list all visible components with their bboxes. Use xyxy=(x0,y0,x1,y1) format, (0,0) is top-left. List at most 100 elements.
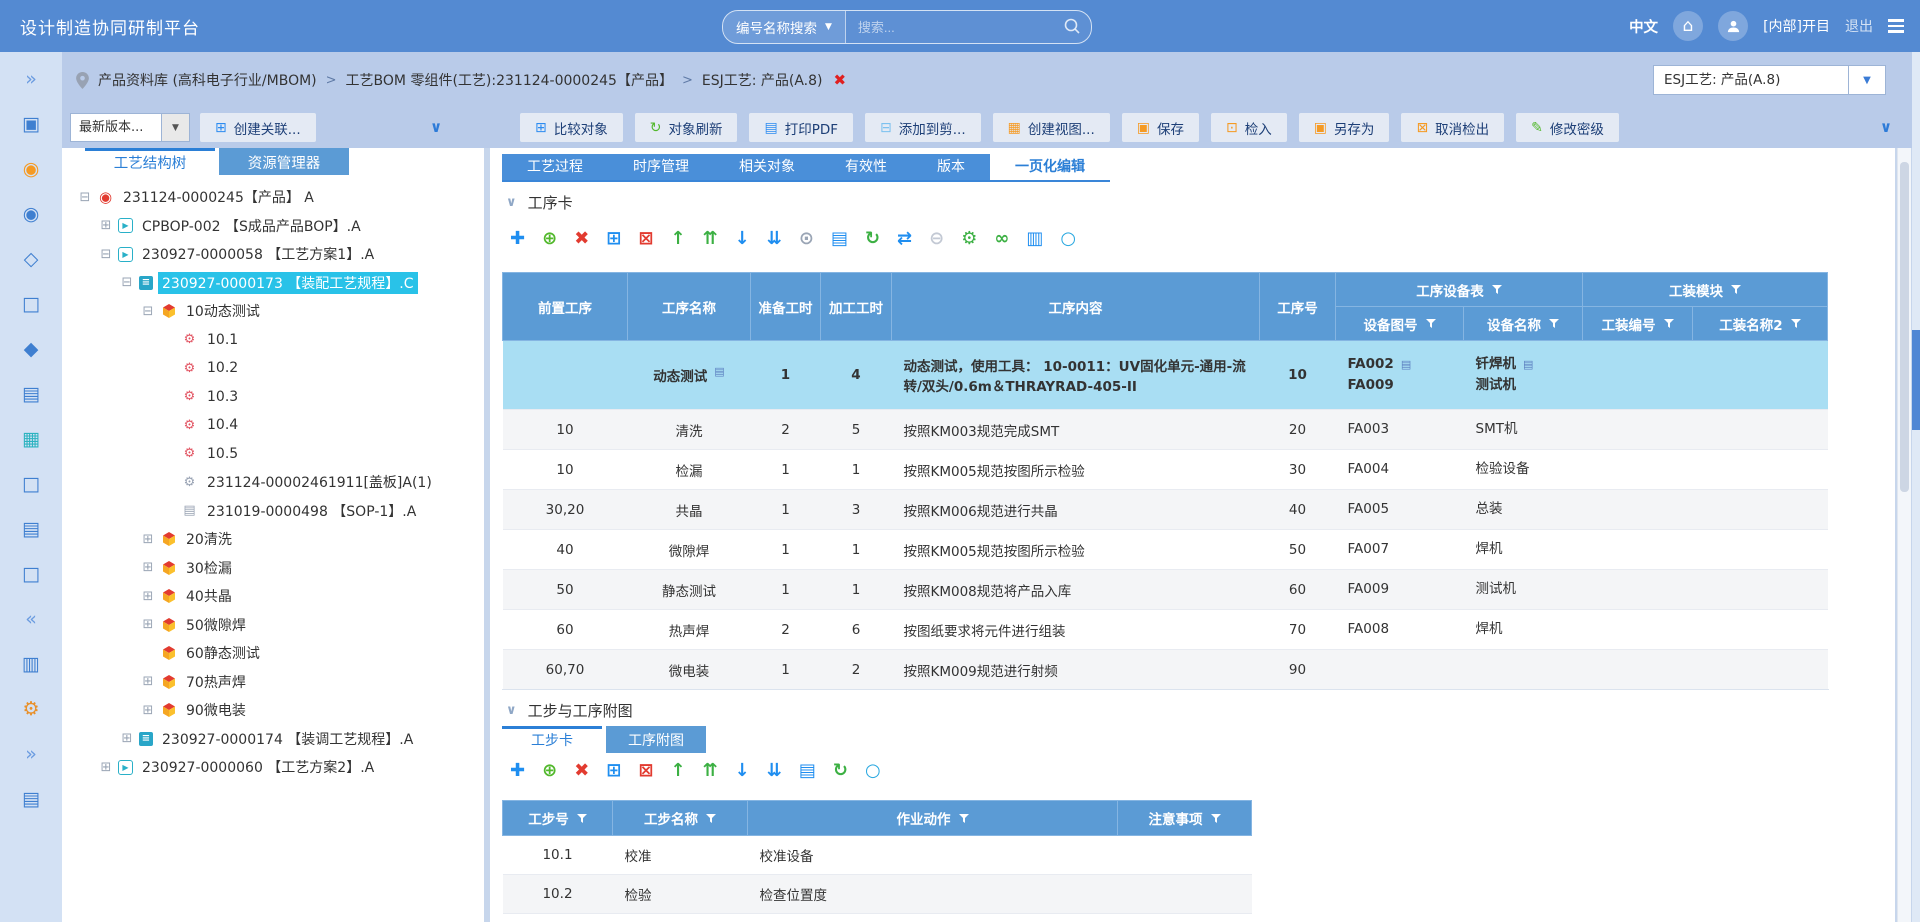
tree-node-label[interactable]: 231124-00002461911[盖板]A(1) xyxy=(203,471,436,493)
tree-node-label[interactable]: 231019-0000498 【SOP-1】.A xyxy=(203,500,420,522)
chevron-down-icon[interactable]: ∨ xyxy=(430,118,442,136)
operation-row-20[interactable]: 10清洗25按照KM003规范完成SMT20FA003SMT机 xyxy=(503,410,1828,450)
export-doc-icon[interactable]: ▤ xyxy=(831,230,848,248)
filter-icon[interactable] xyxy=(1426,319,1436,328)
operation-row-50[interactable]: 40微隙焊11按照KM005规范按图所示检验50FA007焊机 xyxy=(503,530,1828,570)
current-user[interactable]: [内部]开目 xyxy=(1763,16,1830,36)
cancel-checkout-button[interactable]: ⊠取消检出 xyxy=(1401,113,1504,142)
tab-一页化编辑[interactable]: 一页化编辑 xyxy=(990,154,1110,180)
tree-node[interactable]: ⊟▶230927-0000058 【工艺方案1】.A xyxy=(72,240,484,269)
tab-工序附图[interactable]: 工序附图 xyxy=(606,726,706,753)
filter-icon[interactable] xyxy=(1492,285,1502,294)
tree-node[interactable]: ⚙10.2 xyxy=(72,354,484,383)
tree-tab-资源管理器[interactable]: 资源管理器 xyxy=(219,148,349,175)
move-top-icon[interactable]: ⇈ xyxy=(703,762,718,780)
tree-node[interactable]: ⊞30检漏 xyxy=(72,554,484,583)
move-bottom-icon[interactable]: ⇊ xyxy=(767,230,782,248)
tab-工艺过程[interactable]: 工艺过程 xyxy=(502,154,608,180)
resource-grid-icon[interactable]: ▦ xyxy=(22,430,40,449)
tree-node[interactable]: ⊞40共晶 xyxy=(72,582,484,611)
tree-node[interactable]: 60静态测试 xyxy=(72,639,484,668)
tree-node[interactable]: ⊞90微电装 xyxy=(72,696,484,725)
tree-node[interactable]: ⊟◉231124-0000245【产品】 A xyxy=(72,183,484,212)
tree-node[interactable]: ⊞▶230927-0000060 【工艺方案2】.A xyxy=(72,753,484,782)
user-avatar-button[interactable] xyxy=(1718,11,1748,41)
tree-node[interactable]: ▤231019-0000498 【SOP-1】.A xyxy=(72,497,484,526)
tree-node[interactable]: ⊞70热声焊 xyxy=(72,668,484,697)
sync-icon[interactable]: ○ xyxy=(865,762,881,780)
settings-icon[interactable]: ⚙ xyxy=(961,230,977,248)
step-row-10.2[interactable]: 10.2检验检查位置度 xyxy=(503,875,1252,914)
sync-icon[interactable]: ○ xyxy=(1060,230,1076,248)
tree-expander-icon[interactable]: ⊟ xyxy=(78,190,92,205)
window-scrollbar[interactable] xyxy=(1912,52,1920,922)
filter-icon[interactable] xyxy=(1211,814,1221,823)
tree-node-label[interactable]: 230927-0000060 【工艺方案2】.A xyxy=(138,756,378,778)
refresh-object-button[interactable]: ↻对象刷新 xyxy=(635,113,738,142)
save-button[interactable]: ▣保存 xyxy=(1122,113,1199,142)
create-view-button[interactable]: ▦创建视图... xyxy=(993,113,1110,142)
col-group-tooling[interactable]: 工装模块 xyxy=(1583,273,1828,307)
add-row-icon[interactable]: ⊞ xyxy=(606,230,621,248)
document-icon[interactable]: ▤ xyxy=(22,385,40,404)
tab-工步卡[interactable]: 工步卡 xyxy=(502,726,602,753)
operation-row-70[interactable]: 60热声焊26按图纸要求将元件进行组装70FA008焊机 xyxy=(503,610,1828,650)
col-group-equipment[interactable]: 工序设备表 xyxy=(1336,273,1583,307)
filter-icon[interactable] xyxy=(1549,319,1559,328)
swap-icon[interactable]: ⇄ xyxy=(897,230,912,248)
refresh-icon[interactable]: ↻ xyxy=(865,230,880,248)
tree-node-label[interactable]: 90微电装 xyxy=(182,699,250,721)
tree-node-label[interactable]: 40共晶 xyxy=(182,585,236,607)
tab-有效性[interactable]: 有效性 xyxy=(820,154,912,180)
scrollbar-thumb[interactable] xyxy=(1912,330,1920,430)
collapse-left-icon[interactable]: « xyxy=(25,610,37,629)
search-icon[interactable] xyxy=(1063,17,1081,39)
col-process-hours[interactable]: 加工工时 xyxy=(821,273,892,341)
move-up-icon[interactable]: ↑ xyxy=(670,762,685,780)
tree-node[interactable]: ⚙231124-00002461911[盖板]A(1) xyxy=(72,468,484,497)
tree-expander-icon[interactable]: ⊟ xyxy=(141,304,155,319)
tree-tab-工艺结构树[interactable]: 工艺结构树 xyxy=(85,148,215,175)
col-operation-no[interactable]: 工序号 xyxy=(1260,273,1336,341)
print-pdf-button[interactable]: ▤打印PDF xyxy=(749,113,853,142)
operation-row-40[interactable]: 30,20共晶13按照KM006规范进行共晶40FA005总装 xyxy=(503,490,1828,530)
delete-row-icon[interactable]: ⊠ xyxy=(638,230,653,248)
compare-object-button[interactable]: ⊞比较对象 xyxy=(520,113,623,142)
add-icon[interactable]: ✚ xyxy=(510,230,525,248)
expand-right-icon[interactable]: » xyxy=(25,745,37,764)
device-icon[interactable]: □ xyxy=(22,295,40,314)
kanban-icon[interactable]: ▥ xyxy=(22,655,40,674)
search-type-dropdown[interactable]: 编号名称搜索 ▼ xyxy=(723,11,846,43)
col-operation-content[interactable]: 工序内容 xyxy=(892,273,1260,341)
tree-expander-icon[interactable]: ⊞ xyxy=(141,560,155,575)
breadcrumb-item[interactable]: 产品资料库 (高科电子行业/MBOM) xyxy=(98,70,317,90)
monitor-icon[interactable]: □ xyxy=(22,565,40,584)
col-step-notes[interactable]: 注意事项 xyxy=(1118,801,1252,836)
move-top-icon[interactable]: ⇈ xyxy=(703,230,718,248)
batch-icon[interactable]: ⊖ xyxy=(929,230,944,248)
tree-expander-icon[interactable]: ⊟ xyxy=(99,247,113,262)
card-icon[interactable]: ▤ xyxy=(1401,358,1411,371)
tab-版本[interactable]: 版本 xyxy=(912,154,990,180)
search-input[interactable] xyxy=(846,11,1091,43)
refresh-icon[interactable]: ↻ xyxy=(833,762,848,780)
collapse-chevron-icon[interactable]: ∨ xyxy=(506,195,517,210)
col-step-name[interactable]: 工步名称 xyxy=(613,801,748,836)
tree-expander-icon[interactable]: ⊞ xyxy=(99,760,113,775)
tree-node[interactable]: ⚙10.1 xyxy=(72,326,484,355)
tree-node[interactable]: ⊟10动态测试 xyxy=(72,297,484,326)
filter-icon[interactable] xyxy=(577,814,587,823)
team-blue-icon[interactable]: ◉ xyxy=(23,205,40,224)
home-button[interactable]: ⌂ xyxy=(1673,11,1703,41)
scrollbar-thumb[interactable] xyxy=(1900,162,1909,492)
breadcrumb-item[interactable]: ESJ工艺: 产品(A.8) xyxy=(702,70,823,90)
move-down-icon[interactable]: ↓ xyxy=(735,762,750,780)
delete-icon[interactable]: ✖ xyxy=(574,230,589,248)
tree-node-label[interactable]: 10.2 xyxy=(203,359,242,377)
tab-时序管理[interactable]: 时序管理 xyxy=(608,154,714,180)
version-select[interactable]: 最新版本... ▼ xyxy=(70,113,190,142)
col-equipment-no[interactable]: 设备图号 xyxy=(1336,307,1464,341)
module-cube-icon[interactable]: ◆ xyxy=(24,340,39,359)
chevron-down-icon[interactable]: ∨ xyxy=(1880,118,1892,136)
tree-node[interactable]: ⚙10.3 xyxy=(72,383,484,412)
